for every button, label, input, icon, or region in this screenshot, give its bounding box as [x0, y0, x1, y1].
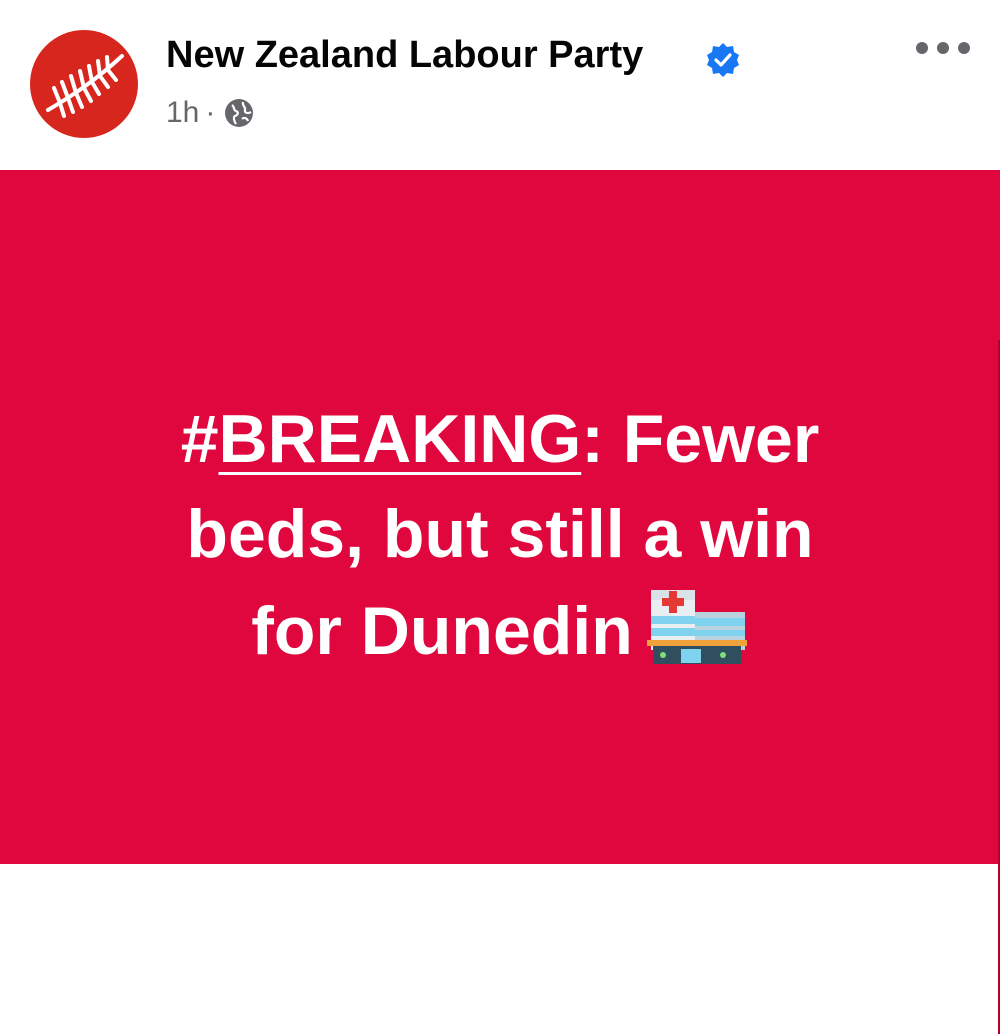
- page-avatar[interactable]: [30, 30, 138, 138]
- post-header: New Zealand Labour Party 1h ·: [0, 0, 1000, 170]
- post-timestamp[interactable]: 1h: [166, 96, 199, 130]
- post-meta: 1h ·: [166, 96, 255, 130]
- verified-badge-icon: [707, 43, 739, 77]
- page-name-link[interactable]: New Zealand Labour Party: [166, 34, 643, 77]
- headline-line2: beds, but still a win: [186, 496, 814, 572]
- dot: [958, 42, 970, 54]
- hashtag-word[interactable]: BREAKING: [219, 401, 582, 477]
- meta-separator: ·: [205, 96, 216, 129]
- dot: [916, 42, 928, 54]
- hospital-icon: [646, 590, 747, 664]
- headline-line3: for Dunedin: [251, 593, 633, 669]
- post-image[interactable]: #BREAKING: Fewer beds, but still a win f…: [0, 170, 1000, 1034]
- hashtag-symbol: #: [180, 401, 219, 477]
- more-options-button[interactable]: [916, 34, 972, 62]
- dot: [937, 42, 949, 54]
- headline-line1-rest: : Fewer: [581, 401, 820, 477]
- fern-logo-icon: [46, 54, 124, 118]
- globe-icon[interactable]: [223, 97, 255, 129]
- headline-text: #BREAKING: Fewer beds, but still a win f…: [60, 392, 940, 679]
